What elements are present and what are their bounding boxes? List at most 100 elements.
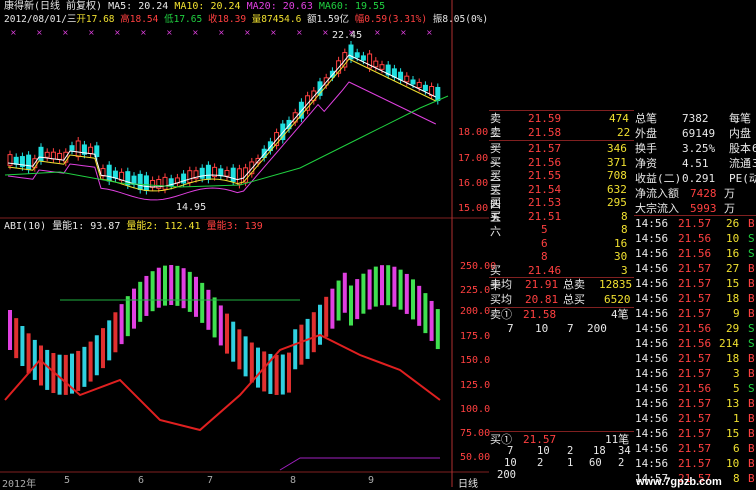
stat-row: 总笔 7382 每笔 (635, 112, 751, 125)
candle-body (106, 164, 112, 182)
abi-bar (435, 309, 440, 350)
marker-x: × (88, 28, 95, 37)
tick-row: 14:56 21.56 214 S (635, 337, 755, 350)
abi-bar (324, 296, 329, 337)
abi-bar (367, 269, 372, 310)
candle-body (88, 146, 94, 155)
price-trough-label: 14.95 (176, 202, 207, 213)
tick-row: 14:56 21.57 6 B (635, 442, 755, 455)
candle-body (187, 170, 193, 183)
candle-body (416, 81, 422, 89)
x-axis-label: 5 (64, 475, 71, 486)
indicator-line1: 量能1: 93.87 (52, 221, 121, 232)
abi-bar (88, 341, 93, 382)
candle-body (230, 167, 236, 182)
abi-bar (156, 267, 161, 308)
abi-bar (274, 354, 279, 395)
abi-bar (237, 329, 242, 370)
tick-row: 14:56 21.57 13 B (635, 397, 755, 410)
candle-body (410, 79, 416, 85)
kline-chart[interactable]: × × × × × × × × × × × × × × × × × (0, 0, 489, 487)
candle-body (236, 168, 242, 185)
chart-header-line2: 2012/08/01/三开17.68 高18.54 低17.65 收18.39 … (4, 14, 488, 26)
ma20-value: MA20: 20.63 (246, 1, 313, 12)
abi-bar (404, 273, 409, 314)
candle-body (44, 151, 50, 158)
abi-bar (299, 324, 304, 365)
marker-x: × (10, 28, 17, 37)
abi-bar (212, 297, 217, 338)
candle-body (398, 71, 404, 81)
stat-row: 大宗流入 5993 万 (635, 202, 735, 215)
tick-row: 14:56 21.57 3 B (635, 367, 755, 380)
low-price: 低17.65 (164, 14, 203, 25)
amount-value: 额1.59亿 (307, 14, 349, 25)
candle-body (422, 84, 428, 92)
marker-x: × (62, 28, 69, 37)
candle-body (354, 52, 360, 58)
candle-body (137, 173, 143, 190)
volume-value: 量87454.6 (251, 14, 302, 25)
ma60-value: MA60: 19.55 (318, 1, 386, 12)
sell1-queue-header[interactable]: 卖① 21.58 4笔 (489, 307, 634, 322)
abi-bar (380, 265, 384, 306)
abi-bar (82, 346, 87, 387)
abi-bar (39, 345, 43, 386)
abi-bar (101, 328, 105, 369)
indicator-tick: 225.0 (460, 285, 491, 296)
candle-body (38, 146, 44, 162)
abi-bar (144, 275, 149, 316)
abi-bar (280, 354, 285, 395)
abi-bar (169, 265, 174, 306)
marker-x: × (140, 28, 147, 37)
abi-bar (287, 352, 291, 393)
indicator-tick: 125.0 (460, 380, 491, 391)
x-axis-label: 6 (138, 475, 145, 486)
indicator-tick: 75.00 (460, 428, 491, 439)
price-tick: 15.00 (458, 203, 489, 214)
watermark: www.7gpzb.com (636, 476, 722, 488)
price-peak-label: 22.45 (332, 30, 363, 41)
abi-bar (249, 342, 254, 383)
abi-bar (138, 281, 143, 322)
marker-x: × (296, 28, 303, 37)
marker-x: × (322, 28, 329, 37)
price-tick: 16.00 (458, 178, 489, 189)
tick-row: 14:56 21.56 16 S (635, 247, 755, 260)
abi-bar (423, 293, 428, 334)
abi-bar (125, 296, 130, 337)
indicator-header: ABI(10) 量能1: 93.87 量能2: 112.41 量能3: 139 (4, 221, 263, 233)
abi-bar (293, 329, 298, 370)
marker-x: × (426, 28, 433, 37)
marker-x: × (270, 28, 277, 37)
period-label[interactable]: 日线 (458, 475, 478, 490)
candle-body (379, 64, 385, 70)
candle-body (218, 168, 224, 177)
abi-bar (243, 336, 248, 377)
abi-bar (398, 269, 403, 310)
abi-bar (132, 288, 136, 329)
sell1-queue-values: 7 10 7 200 (507, 322, 607, 335)
amplitude-value: 振8.05(0%) (432, 14, 489, 25)
avg-sell-row: 卖均 21.91 总卖 12835 (490, 278, 633, 291)
abi-bar (392, 266, 397, 307)
candle-body (50, 151, 56, 160)
abi-bar (8, 310, 12, 350)
abi-bar (206, 289, 211, 330)
stat-row: 收益(二)0.291PE(动) (635, 172, 756, 185)
abi-bar (311, 312, 316, 353)
abi-bar (330, 288, 335, 329)
stat-row: 净流入额 7428 万 (635, 187, 735, 200)
abi-bar (342, 272, 347, 313)
indicator-tick: 175.0 (460, 331, 491, 342)
quote-panel: 卖二 21.59 474 卖一 21.58 22 买一 21.57 346 买二 21.… (489, 110, 756, 485)
ma10-value: MA10: 20.24 (174, 1, 241, 12)
tick-row: 14:56 21.56 29 S (635, 322, 755, 335)
abi-bar (218, 305, 223, 346)
chart-header-line1: 康得新(日线 前复权) MA5: 20.24 MA10: 20.24 MA20:… (4, 1, 385, 13)
marker-x: × (218, 28, 225, 37)
marker-x: × (36, 28, 43, 37)
tick-row: 14:56 21.56 10 S (635, 232, 755, 245)
tick-row: 14:56 21.57 18 B (635, 352, 755, 365)
abi-bar (318, 304, 322, 345)
